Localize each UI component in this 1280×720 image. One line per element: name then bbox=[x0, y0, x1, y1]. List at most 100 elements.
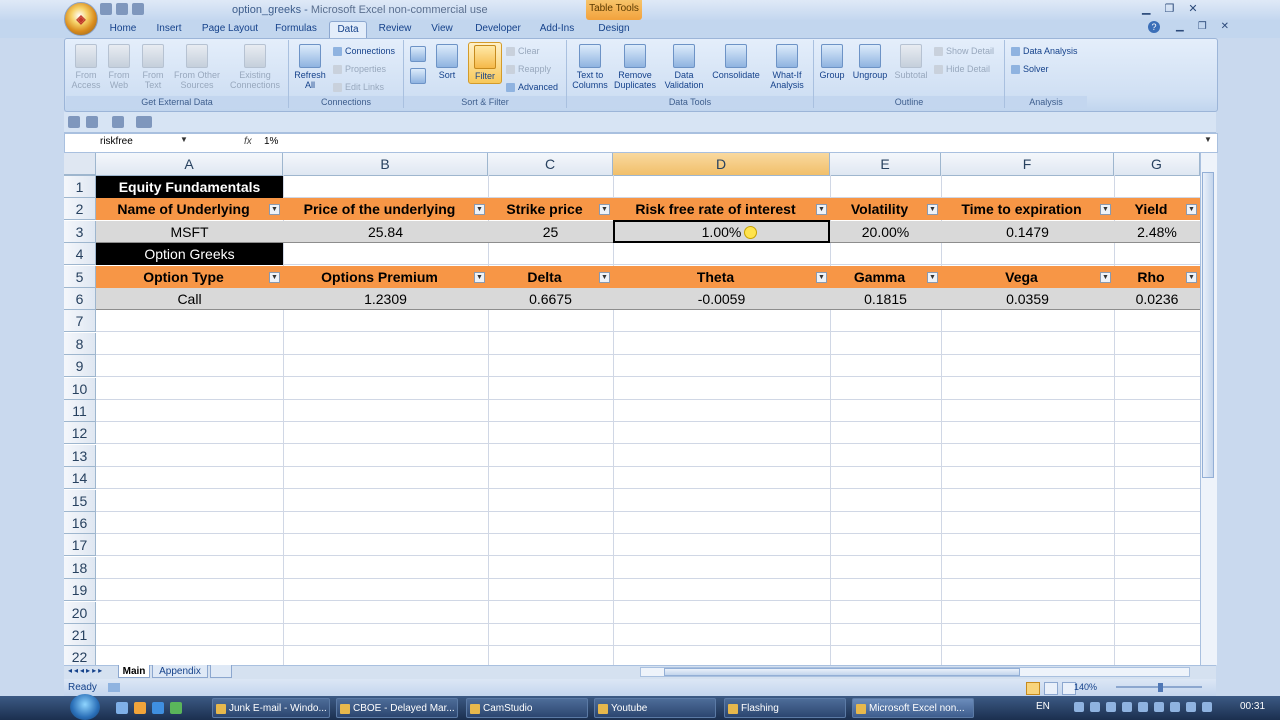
table-cell[interactable]: 25 bbox=[488, 221, 613, 243]
taskbar-item-excel[interactable]: Microsoft Excel non... bbox=[852, 698, 974, 718]
taskbar-item-flashing[interactable]: Flashing bbox=[724, 698, 846, 718]
row-header[interactable]: 9 bbox=[64, 355, 96, 377]
row-header[interactable]: 14 bbox=[64, 467, 96, 489]
qat-save-icon[interactable] bbox=[68, 116, 80, 128]
table-cell[interactable]: 20.00% bbox=[830, 221, 941, 243]
row-header[interactable]: 6 bbox=[64, 288, 96, 310]
row-header[interactable]: 12 bbox=[64, 422, 96, 444]
row-header[interactable]: 2 bbox=[64, 198, 96, 220]
group-button[interactable]: Group bbox=[816, 44, 848, 80]
from-access-button[interactable]: From Access bbox=[70, 44, 102, 90]
text-to-columns-button[interactable]: Text to Columns bbox=[569, 44, 611, 90]
tab-developer[interactable]: Developer bbox=[468, 21, 528, 37]
filter-dropdown-icon[interactable]: ▼ bbox=[1100, 204, 1111, 215]
workbook-close-icon[interactable]: ✕ bbox=[1221, 21, 1229, 32]
tab-review[interactable]: Review bbox=[372, 21, 418, 37]
sheet-tab-main[interactable]: Main bbox=[118, 665, 150, 678]
column-header-a[interactable]: A bbox=[96, 153, 283, 175]
reapply-button[interactable]: Reapply bbox=[506, 64, 551, 74]
table-header-cell[interactable]: Yield bbox=[1114, 198, 1188, 220]
formula-expand-icon[interactable]: ▼ bbox=[1204, 135, 1212, 144]
formula-input[interactable]: 1% bbox=[264, 134, 278, 150]
tab-page-layout[interactable]: Page Layout bbox=[198, 21, 262, 37]
close-icon[interactable]: ✕ bbox=[1188, 2, 1197, 15]
tab-design[interactable]: Design bbox=[592, 21, 636, 37]
column-header-f[interactable]: F bbox=[941, 153, 1114, 175]
filter-dropdown-icon[interactable]: ▼ bbox=[927, 204, 938, 215]
volume-icon[interactable] bbox=[1186, 702, 1196, 712]
show-desktop-icon[interactable] bbox=[116, 702, 128, 714]
row-header[interactable]: 15 bbox=[64, 490, 96, 512]
zoom-level[interactable]: 140% bbox=[1074, 682, 1097, 692]
column-header-b[interactable]: B bbox=[283, 153, 488, 175]
tray-icon[interactable] bbox=[1138, 702, 1148, 712]
hide-detail-button[interactable]: Hide Detail bbox=[934, 64, 990, 74]
subtotal-button[interactable]: Subtotal bbox=[892, 44, 930, 80]
calc-icon[interactable] bbox=[170, 702, 182, 714]
normal-view-icon[interactable] bbox=[1026, 682, 1040, 695]
from-text-button[interactable]: From Text bbox=[138, 44, 168, 90]
table-cell[interactable]: -0.0059 bbox=[613, 288, 830, 310]
column-header-c[interactable]: C bbox=[488, 153, 613, 175]
table-header-cell[interactable]: Gamma bbox=[830, 266, 929, 288]
row-header[interactable]: 5 bbox=[64, 266, 96, 288]
table-header-cell[interactable]: Strike price bbox=[488, 198, 601, 220]
filter-dropdown-icon[interactable]: ▼ bbox=[816, 204, 827, 215]
row-header[interactable]: 16 bbox=[64, 512, 96, 534]
qat-undo-icon[interactable] bbox=[86, 116, 98, 128]
ungroup-button[interactable]: Ungroup bbox=[850, 44, 890, 80]
tray-icon[interactable] bbox=[1106, 702, 1116, 712]
tray-icon[interactable] bbox=[1154, 702, 1164, 712]
table-header-cell[interactable]: Volatility bbox=[830, 198, 929, 220]
table-cell[interactable]: 0.0236 bbox=[1114, 288, 1200, 310]
table-header-cell[interactable]: Delta bbox=[488, 266, 601, 288]
filter-dropdown-icon[interactable]: ▼ bbox=[269, 272, 280, 283]
ie-icon[interactable] bbox=[152, 702, 164, 714]
table-cell[interactable]: MSFT bbox=[96, 221, 283, 243]
consolidate-button[interactable]: Consolidate bbox=[709, 44, 763, 80]
column-header-g[interactable]: G bbox=[1114, 153, 1200, 175]
filter-dropdown-icon[interactable]: ▼ bbox=[269, 204, 280, 215]
clear-button[interactable]: Clear bbox=[506, 46, 540, 56]
minimize-icon[interactable]: ▁ bbox=[1142, 2, 1150, 15]
network-icon[interactable] bbox=[1202, 702, 1212, 712]
row-header[interactable]: 4 bbox=[64, 243, 96, 265]
table-header-cell[interactable]: Vega bbox=[941, 266, 1102, 288]
tab-insert[interactable]: Insert bbox=[150, 21, 188, 37]
table-cell[interactable]: 0.6675 bbox=[488, 288, 613, 310]
from-other-sources-button[interactable]: From Other Sources bbox=[170, 44, 224, 90]
table-header-cell[interactable]: Options Premium bbox=[283, 266, 476, 288]
table-cell[interactable]: Call bbox=[96, 288, 283, 310]
filter-dropdown-icon[interactable]: ▼ bbox=[474, 204, 485, 215]
row-header[interactable]: 11 bbox=[64, 400, 96, 422]
horizontal-scroll-thumb[interactable] bbox=[664, 668, 1020, 676]
language-indicator[interactable]: EN bbox=[1036, 701, 1050, 712]
table-cell[interactable]: 0.1815 bbox=[830, 288, 941, 310]
qat-redo-icon[interactable] bbox=[112, 116, 124, 128]
office-button[interactable]: ◈ bbox=[64, 2, 98, 36]
save-icon[interactable] bbox=[100, 3, 112, 15]
tab-add-ins[interactable]: Add-Ins bbox=[534, 21, 580, 37]
table-header-cell[interactable]: Theta bbox=[613, 266, 818, 288]
row-header[interactable]: 10 bbox=[64, 378, 96, 400]
existing-connections-button[interactable]: Existing Connections bbox=[226, 44, 284, 90]
row-header[interactable]: 1 bbox=[64, 176, 96, 198]
help-icon[interactable]: ? bbox=[1148, 21, 1160, 33]
firefox-icon[interactable] bbox=[134, 702, 146, 714]
what-if-analysis-button[interactable]: What-If Analysis bbox=[765, 44, 809, 90]
connections-button[interactable]: Connections bbox=[333, 46, 395, 56]
row-header[interactable]: 7 bbox=[64, 310, 96, 332]
solver-button[interactable]: Solver bbox=[1011, 64, 1049, 74]
tray-icon[interactable] bbox=[1090, 702, 1100, 712]
filter-dropdown-icon[interactable]: ▼ bbox=[474, 272, 485, 283]
table-cell[interactable]: 25.84 bbox=[283, 221, 488, 243]
filter-dropdown-icon[interactable]: ▼ bbox=[1100, 272, 1111, 283]
table-cell[interactable]: 0.0359 bbox=[941, 288, 1114, 310]
show-detail-button[interactable]: Show Detail bbox=[934, 46, 994, 56]
table-header-cell[interactable]: Risk free rate of interest bbox=[613, 198, 818, 220]
clock[interactable]: 00:31 bbox=[1240, 701, 1265, 712]
fx-icon[interactable]: fx bbox=[244, 134, 252, 150]
tab-view[interactable]: View bbox=[424, 21, 460, 37]
from-web-button[interactable]: From Web bbox=[104, 44, 134, 90]
column-header-d[interactable]: D bbox=[613, 153, 830, 175]
